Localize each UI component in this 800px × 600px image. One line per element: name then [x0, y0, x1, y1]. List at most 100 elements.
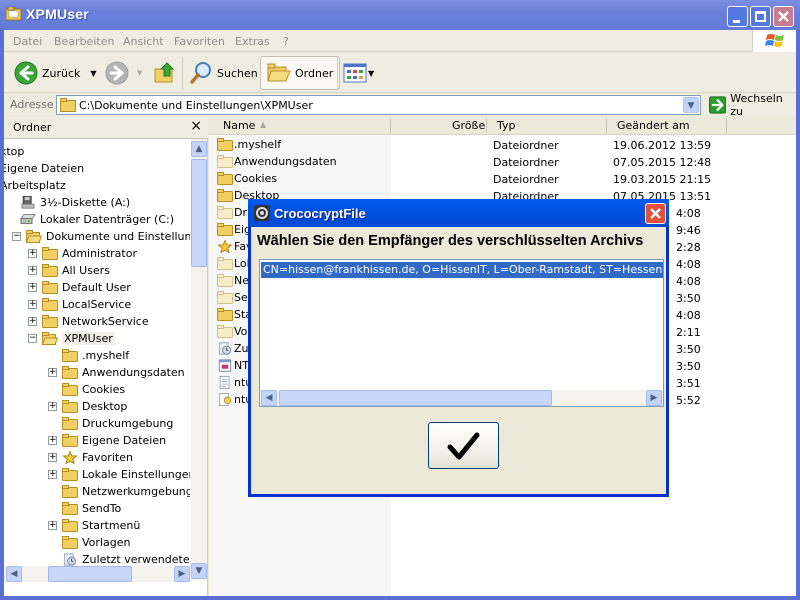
tree-node[interactable]: Cookies	[62, 381, 125, 398]
column-separator[interactable]	[606, 119, 607, 133]
tree-node[interactable]: + Anwendungsdaten	[48, 364, 185, 381]
scroll-thumb[interactable]	[48, 566, 132, 582]
folder-tree-vertical-scrollbar[interactable]: ▲ ▼	[191, 139, 207, 580]
scroll-down-button[interactable]: ▼	[191, 563, 207, 579]
tree-node[interactable]: Netzwerkumgebung	[62, 483, 190, 500]
column-header-type[interactable]: Typ	[497, 119, 516, 135]
recipient-list-horizontal-scrollbar[interactable]: ◀ ▶	[260, 390, 663, 406]
title-bar[interactable]: XPMUser	[0, 0, 800, 30]
tree-node[interactable]: Vorlagen	[62, 534, 130, 551]
column-header-name[interactable]: Name	[223, 119, 255, 135]
column-separator[interactable]	[486, 119, 487, 133]
folder-icon	[62, 519, 82, 532]
go-button[interactable]: Wechseln zu	[709, 92, 796, 118]
expand-icon[interactable]: +	[28, 317, 37, 326]
file-row[interactable]: .myshelf Dateiordner 19.06.2012 13:59	[209, 137, 796, 154]
menu-help[interactable]: ?	[283, 35, 289, 48]
views-icon	[343, 63, 367, 83]
tree-node[interactable]: + Lokale Einstellungen	[48, 466, 190, 483]
tree-node-label: Eigene Dateien	[4, 162, 85, 175]
tree-node[interactable]: Arbeitsplatz	[4, 177, 66, 194]
views-button[interactable]: ▼	[343, 56, 374, 90]
tree-node[interactable]: + Desktop	[48, 398, 127, 415]
tree-node[interactable]: Lokaler Datenträger (C:)	[20, 211, 174, 228]
column-separator[interactable]	[726, 119, 727, 133]
collapse-icon[interactable]: −	[28, 334, 37, 343]
tree-node[interactable]: + Default User	[28, 279, 131, 296]
column-header-size[interactable]: Größe	[452, 119, 485, 135]
expand-icon[interactable]: +	[48, 521, 57, 530]
tree-node[interactable]: + Administrator	[28, 245, 137, 262]
expand-icon[interactable]: +	[28, 300, 37, 309]
expand-icon[interactable]: +	[28, 283, 37, 292]
tree-node[interactable]: + NetworkService	[28, 313, 149, 330]
recipient-list[interactable]: CN=hissen@frankhissen.de, O=HissenIT, L=…	[259, 259, 664, 407]
scroll-left-button[interactable]: ◀	[261, 390, 277, 406]
scroll-right-button[interactable]: ▶	[646, 390, 662, 406]
file-list-header: Name ▲ Größe Typ Geändert am	[209, 117, 796, 135]
file-modified: 3:50	[676, 292, 701, 305]
folder-tree-horizontal-scrollbar[interactable]: ◀ ▶	[4, 566, 191, 582]
tree-node[interactable]: + Eigene Dateien	[48, 432, 166, 449]
scroll-thumb[interactable]	[191, 159, 207, 267]
collapse-icon[interactable]: −	[12, 232, 21, 241]
tree-node[interactable]: + All Users	[28, 262, 110, 279]
tree-node[interactable]: Eigene Dateien	[4, 160, 84, 177]
file-row[interactable]: Cookies Dateiordner 19.03.2015 21:15	[209, 171, 796, 188]
up-folder-button[interactable]	[153, 56, 177, 90]
folder-pane-close-icon[interactable]: ×	[190, 118, 202, 134]
dialog-close-button[interactable]	[645, 203, 666, 224]
tree-node[interactable]: Druckumgebung	[62, 415, 173, 432]
tree-node[interactable]: ktop	[4, 143, 24, 160]
menu-favoriten[interactable]: Favoriten	[174, 35, 225, 48]
expand-icon[interactable]: +	[28, 266, 37, 275]
tree-node[interactable]: 3½-Diskette (A:)	[20, 194, 130, 211]
expand-icon[interactable]: +	[28, 249, 37, 258]
minimize-button[interactable]	[727, 6, 748, 27]
expand-icon[interactable]: +	[48, 436, 57, 445]
back-button[interactable]: Zurück ▼	[14, 56, 97, 90]
expand-icon[interactable]: +	[48, 470, 57, 479]
menu-extras[interactable]: Extras	[235, 35, 270, 48]
tree-node[interactable]: .myshelf	[62, 347, 129, 364]
file-modified: 4:08	[676, 258, 701, 271]
expand-icon[interactable]: +	[48, 402, 57, 411]
expand-icon[interactable]: +	[48, 453, 57, 462]
scroll-thumb[interactable]	[279, 390, 552, 406]
file-row[interactable]: Anwendungsdaten Dateiordner 07.05.2015 12:…	[209, 154, 796, 171]
star-icon	[217, 240, 234, 253]
tree-node[interactable]: − Dokumente und Einstellungen	[12, 228, 190, 245]
column-separator[interactable]	[390, 119, 391, 133]
scroll-right-button[interactable]: ▶	[174, 566, 190, 582]
back-label: Zurück	[42, 66, 81, 80]
column-header-modified[interactable]: Geändert am	[617, 119, 690, 135]
menu-ansicht[interactable]: Ansicht	[123, 35, 164, 48]
close-button[interactable]	[773, 6, 794, 27]
dialog-title-bar[interactable]: CrococryptFile	[248, 199, 669, 227]
tree-node-label: Default User	[62, 281, 131, 294]
search-button[interactable]: Suchen	[189, 56, 258, 90]
confirm-button[interactable]	[428, 422, 499, 469]
folder-pane: Ordner × ktop Eigene Dateien Arbeitsplatz 3…	[4, 117, 208, 596]
tree-node[interactable]: Zuletzt verwendete Dc	[62, 551, 190, 566]
tree-node[interactable]: SendTo	[62, 500, 121, 517]
forward-dropdown-icon[interactable]: ▼	[137, 69, 142, 77]
back-dropdown-icon[interactable]: ▼	[90, 69, 96, 78]
recipient-item[interactable]: CN=hissen@frankhissen.de, O=HissenIT, L=…	[261, 262, 663, 278]
maximize-button[interactable]	[750, 6, 771, 27]
expand-icon[interactable]: +	[48, 368, 57, 377]
address-dropdown-button[interactable]: ▼	[683, 97, 699, 113]
address-input[interactable]: C:\Dokumente und Einstellungen\XPMUser ▼	[56, 95, 701, 115]
scroll-up-button[interactable]: ▲	[191, 141, 207, 157]
forward-button[interactable]: ▼	[105, 56, 142, 90]
tree-node[interactable]: − XPMUser	[28, 330, 115, 347]
file-type: Dateiordner	[493, 156, 559, 169]
folders-toggle-button[interactable]: Ordner	[260, 56, 341, 90]
menu-bearbeiten[interactable]: Bearbeiten	[54, 35, 114, 48]
tree-node[interactable]: + Startmenü	[48, 517, 140, 534]
chevron-up-icon: ▲	[195, 144, 203, 154]
menu-datei[interactable]: Datei	[13, 35, 42, 48]
tree-node[interactable]: + Favoriten	[48, 449, 133, 466]
scroll-left-button[interactable]: ◀	[6, 566, 22, 582]
tree-node[interactable]: + LocalService	[28, 296, 131, 313]
